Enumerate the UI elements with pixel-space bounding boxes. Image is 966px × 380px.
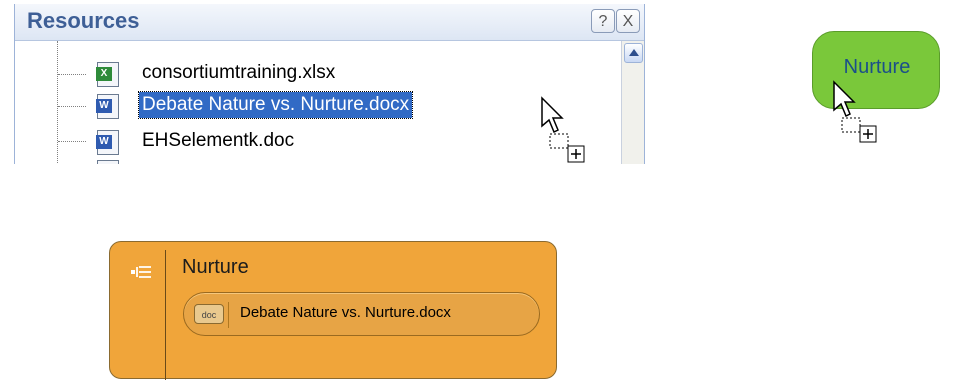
vertical-scrollbar[interactable] bbox=[621, 41, 644, 164]
close-button[interactable]: X bbox=[616, 9, 640, 33]
resource-tree: X consortiumtraining.xlsx W Debate Natur… bbox=[15, 41, 621, 164]
word-file-icon: W bbox=[96, 94, 119, 119]
tree-connector bbox=[58, 141, 86, 142]
attachment-label: Debate Nature vs. Nurture.docx bbox=[240, 304, 451, 321]
drag-copy-cursor-icon bbox=[833, 80, 877, 143]
help-button[interactable]: ? bbox=[591, 9, 615, 33]
drag-copy-cursor-icon bbox=[541, 96, 585, 163]
tree-line bbox=[57, 41, 58, 164]
card-divider bbox=[165, 250, 166, 380]
attachment-chip[interactable]: doc Debate Nature vs. Nurture.docx bbox=[183, 292, 540, 336]
word-file-icon bbox=[97, 160, 119, 164]
node-label: Nurture bbox=[843, 56, 911, 78]
close-icon: X bbox=[622, 13, 634, 30]
excel-file-icon: X bbox=[96, 62, 119, 87]
help-icon: ? bbox=[598, 13, 608, 30]
outline-icon[interactable] bbox=[130, 264, 154, 280]
word-file-icon: W bbox=[96, 130, 119, 155]
file-icon-badge: W bbox=[96, 135, 112, 149]
tree-connector bbox=[58, 106, 86, 107]
chip-separator bbox=[228, 302, 229, 328]
file-icon-badge: W bbox=[96, 99, 112, 113]
file-icon-badge: X bbox=[96, 67, 112, 81]
panel-header: Resources ? X bbox=[15, 4, 644, 41]
tree-connector bbox=[58, 74, 86, 75]
file-name: Debate Nature vs. Nurture.docx bbox=[137, 91, 414, 119]
file-name: EHSelementk.doc bbox=[142, 130, 295, 151]
topic-card[interactable]: Nurture doc Debate Nature vs. Nurture.do… bbox=[109, 241, 557, 380]
doc-icon: doc bbox=[194, 304, 224, 324]
topic-title[interactable]: Nurture bbox=[182, 256, 249, 279]
scroll-up-icon[interactable] bbox=[624, 43, 643, 63]
file-name: consortiumtraining.xlsx bbox=[142, 62, 336, 83]
panel-title: Resources bbox=[27, 8, 140, 33]
